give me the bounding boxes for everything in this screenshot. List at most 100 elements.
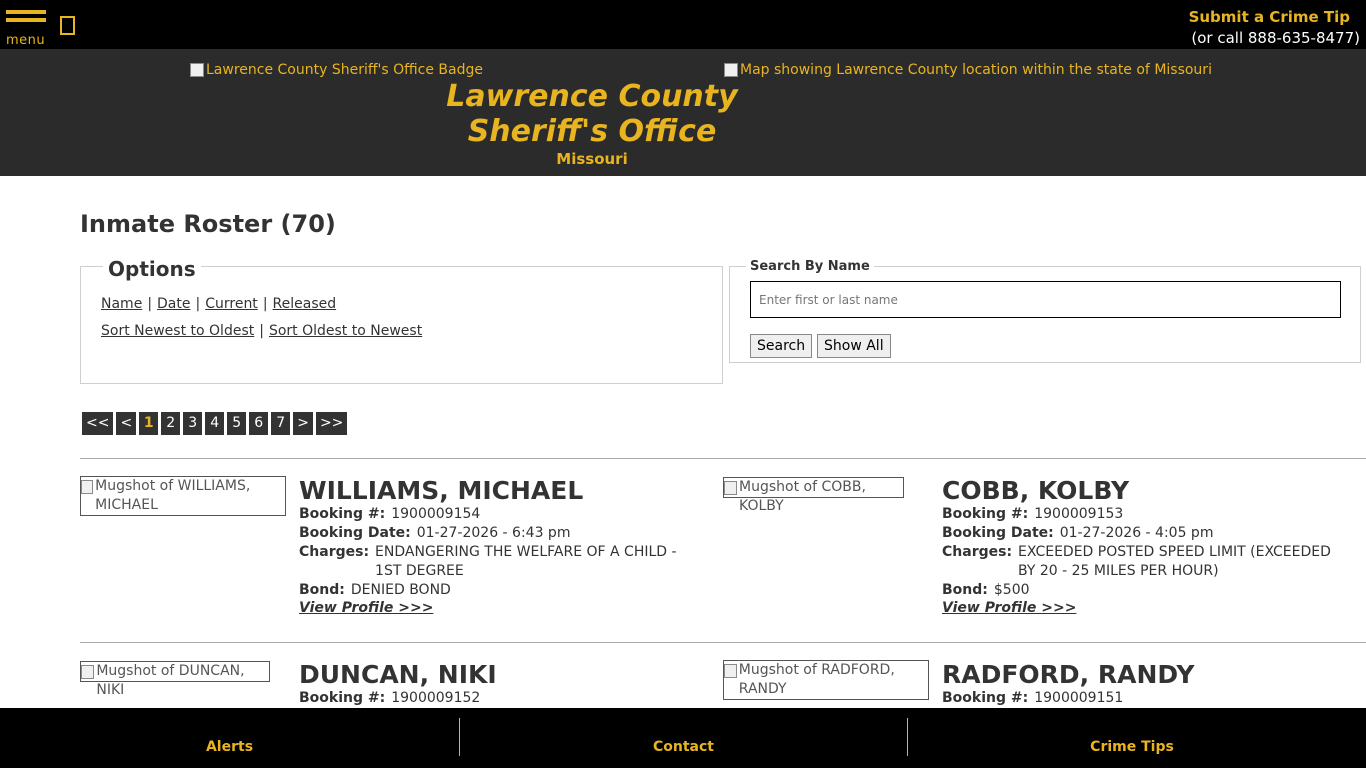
page-button-1[interactable]: 1 [139, 412, 159, 435]
booking-date-value: 01-27-2026 - 4:05 pm [1059, 525, 1214, 541]
page-button-7[interactable]: 7 [271, 412, 291, 435]
separator: | [195, 296, 201, 312]
booking-date-label: Booking Date: [942, 525, 1054, 541]
bond: Bond: $500 [942, 581, 1030, 600]
top-bar: menu Submit a Crime Tip (or call 888-635… [0, 0, 1366, 49]
booking-number-value: 1900009153 [1034, 506, 1124, 522]
broken-image-icon [81, 665, 95, 679]
submit-crime-tip-link[interactable]: Submit a Crime Tip [1189, 8, 1350, 26]
menu-button[interactable]: menu [4, 10, 48, 48]
booking-number-label: Booking #: [299, 506, 386, 522]
booking-number-label: Booking #: [299, 690, 386, 706]
next-page-button[interactable]: > [293, 412, 313, 435]
pagination: << < 1 2 3 4 5 6 7 > >> [82, 412, 348, 435]
sort-newest-link[interactable]: Sort Newest to Oldest [101, 323, 254, 339]
page-button-5[interactable]: 5 [227, 412, 247, 435]
booking-number-value: 1900009154 [391, 506, 481, 522]
footer-nav: Alerts Contact Crime Tips [0, 708, 1366, 768]
page-button-6[interactable]: 6 [249, 412, 269, 435]
broken-image-icon [81, 480, 94, 494]
booking-number: Booking #: 1900009154 [299, 505, 480, 524]
booking-number-value: 1900009151 [1034, 690, 1124, 706]
booking-date-label: Booking Date: [299, 525, 411, 541]
search-toggle-icon[interactable] [60, 16, 75, 35]
charges: Charges: ENDANGERING THE WELFARE OF A CHI… [299, 543, 679, 581]
row-divider [80, 458, 1366, 459]
charges: Charges: EXCEEDED POSTED SPEED LIMIT (EXC… [942, 543, 1347, 581]
mugshot-image[interactable]: Mugshot of WILLIAMS, MICHAEL [80, 476, 286, 516]
search-legend: Search By Name [746, 259, 874, 274]
mugshot-image[interactable]: Mugshot of RADFORD, RANDY [723, 660, 929, 700]
search-panel: Search By Name Search Show All [729, 259, 1361, 363]
row-divider [80, 642, 1366, 643]
page-button-2[interactable]: 2 [161, 412, 181, 435]
site-title-line2: Sheriff's Office [467, 114, 717, 149]
map-alt-text: Map showing Lawrence County location wit… [740, 62, 1212, 78]
charges-label: Charges: [299, 544, 370, 560]
last-page-button[interactable]: >> [315, 412, 348, 435]
booking-number-label: Booking #: [942, 506, 1029, 522]
sort-oldest-link[interactable]: Sort Oldest to Newest [269, 323, 422, 339]
hamburger-icon-bar [6, 18, 46, 22]
show-all-button[interactable]: Show All [817, 334, 891, 358]
booking-number: Booking #: 1900009151 [942, 689, 1123, 708]
site-title-line1: Lawrence County [446, 79, 738, 114]
separator: | [259, 323, 264, 339]
filter-released-link[interactable]: Released [273, 296, 337, 312]
options-panel: Options Name | Date | Current | Released Sort … [80, 257, 723, 384]
bond-label: Bond: [299, 582, 345, 598]
booking-date: Booking Date: 01-27-2026 - 4:05 pm [942, 524, 1213, 543]
view-profile-link[interactable]: View Profile >>> [942, 600, 1076, 616]
broken-image-icon [724, 664, 737, 678]
footer-contact-link[interactable]: Contact [460, 708, 907, 768]
filter-name-link[interactable]: Name [101, 296, 142, 312]
booking-number: Booking #: 1900009152 [299, 689, 480, 708]
footer-alerts-link[interactable]: Alerts [0, 708, 459, 768]
mugshot-alt-text: Mugshot of RADFORD, RANDY [738, 662, 895, 697]
bond: Bond: DENIED BOND [299, 581, 451, 600]
county-map-image: Map showing Lawrence County location wit… [724, 62, 1212, 78]
tip-phone-text: (or call 888-635-8477) [1191, 29, 1360, 47]
mugshot-alt-text: Mugshot of COBB, KOLBY [739, 479, 866, 514]
hamburger-icon [6, 10, 46, 14]
broken-image-icon [724, 481, 738, 495]
sort-links: Sort Newest to Oldest | Sort Oldest to New… [101, 323, 422, 339]
options-legend: Options [103, 257, 201, 281]
booking-number: Booking #: 1900009153 [942, 505, 1123, 524]
search-input[interactable] [750, 281, 1341, 318]
charges-value: EXCEEDED POSTED SPEED LIMIT (EXCEEDED BY… [1018, 544, 1331, 579]
prev-page-button[interactable]: < [116, 412, 137, 435]
inmate-name: RADFORD, RANDY [942, 660, 1195, 689]
booking-number-label: Booking #: [942, 690, 1029, 706]
page-button-4[interactable]: 4 [205, 412, 225, 435]
separator: | [262, 296, 268, 312]
filter-date-link[interactable]: Date [157, 296, 190, 312]
inmate-name: WILLIAMS, MICHAEL [299, 476, 584, 505]
site-title[interactable]: Lawrence County Sheriff's Office [440, 79, 744, 149]
page-title: Inmate Roster (70) [80, 210, 336, 238]
filter-current-link[interactable]: Current [205, 296, 258, 312]
mugshot-image[interactable]: Mugshot of COBB, KOLBY [723, 477, 904, 514]
page-button-3[interactable]: 3 [183, 412, 203, 435]
footer-crime-tips-link[interactable]: Crime Tips [908, 708, 1356, 768]
view-profile-link[interactable]: View Profile >>> [299, 600, 433, 616]
bond-value: $500 [993, 582, 1030, 598]
inmate-name: COBB, KOLBY [942, 476, 1130, 505]
first-page-button[interactable]: << [82, 412, 114, 435]
sheriff-badge-image: Lawrence County Sheriff's Office Badge [190, 62, 483, 78]
search-button[interactable]: Search [750, 334, 813, 358]
mugshot-alt-text: Mugshot of WILLIAMS, MICHAEL [95, 478, 251, 513]
booking-date-value: 01-27-2026 - 6:43 pm [416, 525, 571, 541]
inmate-name: DUNCAN, NIKI [299, 660, 497, 689]
mugshot-image[interactable]: Mugshot of DUNCAN, NIKI [80, 661, 270, 698]
badge-alt-text: Lawrence County Sheriff's Office Badge [206, 62, 483, 78]
charges-value: ENDANGERING THE WELFARE OF A CHILD - 1ST… [375, 544, 677, 579]
bond-label: Bond: [942, 582, 988, 598]
separator: | [147, 296, 153, 312]
mugshot-alt-text: Mugshot of DUNCAN, NIKI [96, 663, 245, 698]
bond-value: DENIED BOND [350, 582, 451, 598]
site-state: Missouri [556, 150, 628, 168]
site-header: Lawrence County Sheriff's Office Badge L… [0, 49, 1366, 176]
charges-label: Charges: [942, 544, 1013, 560]
booking-number-value: 1900009152 [391, 690, 481, 706]
